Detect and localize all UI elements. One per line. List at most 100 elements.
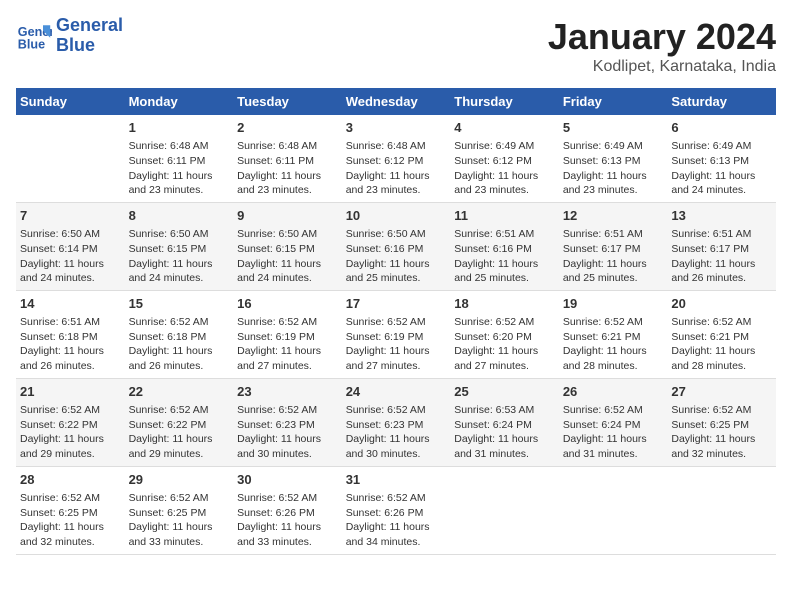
calendar-cell: 5 Sunrise: 6:49 AMSunset: 6:13 PMDaylight…	[559, 115, 668, 202]
cell-detail: Sunrise: 6:52 AMSunset: 6:22 PMDaylight:…	[20, 403, 121, 462]
header-cell: Saturday	[667, 88, 776, 115]
location: Kodlipet, Karnataka, India	[548, 58, 776, 76]
header-cell: Wednesday	[342, 88, 451, 115]
calendar-cell: 28 Sunrise: 6:52 AMSunset: 6:25 PMDayligh…	[16, 466, 125, 554]
month-title: January 2024	[548, 16, 776, 58]
header-row: SundayMondayTuesdayWednesdayThursdayFrid…	[16, 88, 776, 115]
day-number: 9	[237, 207, 338, 225]
header-cell: Friday	[559, 88, 668, 115]
day-number: 14	[20, 295, 121, 313]
cell-detail: Sunrise: 6:49 AMSunset: 6:12 PMDaylight:…	[454, 139, 555, 198]
calendar-cell: 14 Sunrise: 6:51 AMSunset: 6:18 PMDayligh…	[16, 290, 125, 378]
calendar-week-row: 1 Sunrise: 6:48 AMSunset: 6:11 PMDaylight…	[16, 115, 776, 202]
title-block: January 2024 Kodlipet, Karnataka, India	[548, 16, 776, 76]
day-number: 20	[671, 295, 772, 313]
day-number: 22	[129, 383, 230, 401]
calendar-week-row: 14 Sunrise: 6:51 AMSunset: 6:18 PMDayligh…	[16, 290, 776, 378]
day-number: 8	[129, 207, 230, 225]
calendar-table: SundayMondayTuesdayWednesdayThursdayFrid…	[16, 88, 776, 555]
cell-detail: Sunrise: 6:52 AMSunset: 6:23 PMDaylight:…	[237, 403, 338, 462]
calendar-cell: 7Sunrise: 6:50 AMSunset: 6:14 PMDaylight…	[16, 202, 125, 290]
calendar-cell: 11 Sunrise: 6:51 AMSunset: 6:16 PMDayligh…	[450, 202, 559, 290]
calendar-cell: 1 Sunrise: 6:48 AMSunset: 6:11 PMDaylight…	[125, 115, 234, 202]
calendar-cell	[559, 466, 668, 554]
day-number: 29	[129, 471, 230, 489]
calendar-cell: 23 Sunrise: 6:52 AMSunset: 6:23 PMDayligh…	[233, 378, 342, 466]
day-number: 13	[671, 207, 772, 225]
cell-detail: Sunrise: 6:52 AMSunset: 6:21 PMDaylight:…	[563, 315, 664, 374]
cell-detail: Sunrise: 6:48 AMSunset: 6:11 PMDaylight:…	[237, 139, 338, 198]
cell-detail: Sunrise: 6:52 AMSunset: 6:18 PMDaylight:…	[129, 315, 230, 374]
calendar-cell: 8 Sunrise: 6:50 AMSunset: 6:15 PMDaylight…	[125, 202, 234, 290]
cell-detail: Sunrise: 6:48 AMSunset: 6:12 PMDaylight:…	[346, 139, 447, 198]
day-number: 17	[346, 295, 447, 313]
calendar-cell: 31 Sunrise: 6:52 AMSunset: 6:26 PMDayligh…	[342, 466, 451, 554]
day-number: 4	[454, 119, 555, 137]
day-number: 25	[454, 383, 555, 401]
day-number: 11	[454, 207, 555, 225]
day-number: 23	[237, 383, 338, 401]
day-number: 24	[346, 383, 447, 401]
calendar-header: SundayMondayTuesdayWednesdayThursdayFrid…	[16, 88, 776, 115]
calendar-cell: 6 Sunrise: 6:49 AMSunset: 6:13 PMDaylight…	[667, 115, 776, 202]
cell-detail: Sunrise: 6:49 AMSunset: 6:13 PMDaylight:…	[563, 139, 664, 198]
cell-detail: Sunrise: 6:51 AMSunset: 6:18 PMDaylight:…	[20, 315, 121, 374]
calendar-cell	[16, 115, 125, 202]
calendar-cell: 13 Sunrise: 6:51 AMSunset: 6:17 PMDayligh…	[667, 202, 776, 290]
day-number: 28	[20, 471, 121, 489]
cell-detail: Sunrise: 6:52 AMSunset: 6:23 PMDaylight:…	[346, 403, 447, 462]
day-number: 16	[237, 295, 338, 313]
cell-detail: Sunrise: 6:52 AMSunset: 6:20 PMDaylight:…	[454, 315, 555, 374]
day-number: 10	[346, 207, 447, 225]
header-cell: Monday	[125, 88, 234, 115]
day-number: 31	[346, 471, 447, 489]
calendar-cell: 22Sunrise: 6:52 AMSunset: 6:22 PMDayligh…	[125, 378, 234, 466]
cell-detail: Sunrise: 6:53 AMSunset: 6:24 PMDaylight:…	[454, 403, 555, 462]
calendar-cell: 26Sunrise: 6:52 AMSunset: 6:24 PMDayligh…	[559, 378, 668, 466]
day-number: 5	[563, 119, 664, 137]
cell-detail: Sunrise: 6:50 AMSunset: 6:15 PMDaylight:…	[237, 227, 338, 286]
cell-detail: Sunrise: 6:51 AMSunset: 6:17 PMDaylight:…	[671, 227, 772, 286]
calendar-cell: 29 Sunrise: 6:52 AMSunset: 6:25 PMDayligh…	[125, 466, 234, 554]
cell-detail: Sunrise: 6:52 AMSunset: 6:25 PMDaylight:…	[129, 491, 230, 550]
calendar-cell: 25 Sunrise: 6:53 AMSunset: 6:24 PMDayligh…	[450, 378, 559, 466]
cell-detail: Sunrise: 6:52 AMSunset: 6:25 PMDaylight:…	[20, 491, 121, 550]
day-number: 6	[671, 119, 772, 137]
calendar-week-row: 21Sunrise: 6:52 AMSunset: 6:22 PMDayligh…	[16, 378, 776, 466]
calendar-cell: 15 Sunrise: 6:52 AMSunset: 6:18 PMDayligh…	[125, 290, 234, 378]
header-cell: Thursday	[450, 88, 559, 115]
calendar-week-row: 7Sunrise: 6:50 AMSunset: 6:14 PMDaylight…	[16, 202, 776, 290]
cell-detail: Sunrise: 6:52 AMSunset: 6:21 PMDaylight:…	[671, 315, 772, 374]
calendar-cell: 16 Sunrise: 6:52 AMSunset: 6:19 PMDayligh…	[233, 290, 342, 378]
cell-detail: Sunrise: 6:48 AMSunset: 6:11 PMDaylight:…	[129, 139, 230, 198]
cell-detail: Sunrise: 6:52 AMSunset: 6:26 PMDaylight:…	[237, 491, 338, 550]
calendar-body: 1 Sunrise: 6:48 AMSunset: 6:11 PMDaylight…	[16, 115, 776, 554]
cell-detail: Sunrise: 6:52 AMSunset: 6:19 PMDaylight:…	[237, 315, 338, 374]
cell-detail: Sunrise: 6:51 AMSunset: 6:16 PMDaylight:…	[454, 227, 555, 286]
calendar-cell: 19 Sunrise: 6:52 AMSunset: 6:21 PMDayligh…	[559, 290, 668, 378]
calendar-cell: 9 Sunrise: 6:50 AMSunset: 6:15 PMDaylight…	[233, 202, 342, 290]
day-number: 1	[129, 119, 230, 137]
day-number: 2	[237, 119, 338, 137]
day-number: 15	[129, 295, 230, 313]
cell-detail: Sunrise: 6:50 AMSunset: 6:15 PMDaylight:…	[129, 227, 230, 286]
day-number: 30	[237, 471, 338, 489]
cell-detail: Sunrise: 6:52 AMSunset: 6:24 PMDaylight:…	[563, 403, 664, 462]
calendar-cell: 24 Sunrise: 6:52 AMSunset: 6:23 PMDayligh…	[342, 378, 451, 466]
calendar-cell: 4 Sunrise: 6:49 AMSunset: 6:12 PMDaylight…	[450, 115, 559, 202]
logo: General Blue General Blue	[16, 16, 123, 56]
calendar-cell: 30 Sunrise: 6:52 AMSunset: 6:26 PMDayligh…	[233, 466, 342, 554]
calendar-week-row: 28 Sunrise: 6:52 AMSunset: 6:25 PMDayligh…	[16, 466, 776, 554]
day-number: 3	[346, 119, 447, 137]
calendar-cell: 3 Sunrise: 6:48 AMSunset: 6:12 PMDaylight…	[342, 115, 451, 202]
calendar-cell: 10Sunrise: 6:50 AMSunset: 6:16 PMDayligh…	[342, 202, 451, 290]
calendar-cell	[667, 466, 776, 554]
cell-detail: Sunrise: 6:52 AMSunset: 6:26 PMDaylight:…	[346, 491, 447, 550]
calendar-cell: 21Sunrise: 6:52 AMSunset: 6:22 PMDayligh…	[16, 378, 125, 466]
header-cell: Sunday	[16, 88, 125, 115]
day-number: 19	[563, 295, 664, 313]
cell-detail: Sunrise: 6:49 AMSunset: 6:13 PMDaylight:…	[671, 139, 772, 198]
calendar-cell: 27Sunrise: 6:52 AMSunset: 6:25 PMDayligh…	[667, 378, 776, 466]
calendar-cell: 18Sunrise: 6:52 AMSunset: 6:20 PMDayligh…	[450, 290, 559, 378]
header-cell: Tuesday	[233, 88, 342, 115]
